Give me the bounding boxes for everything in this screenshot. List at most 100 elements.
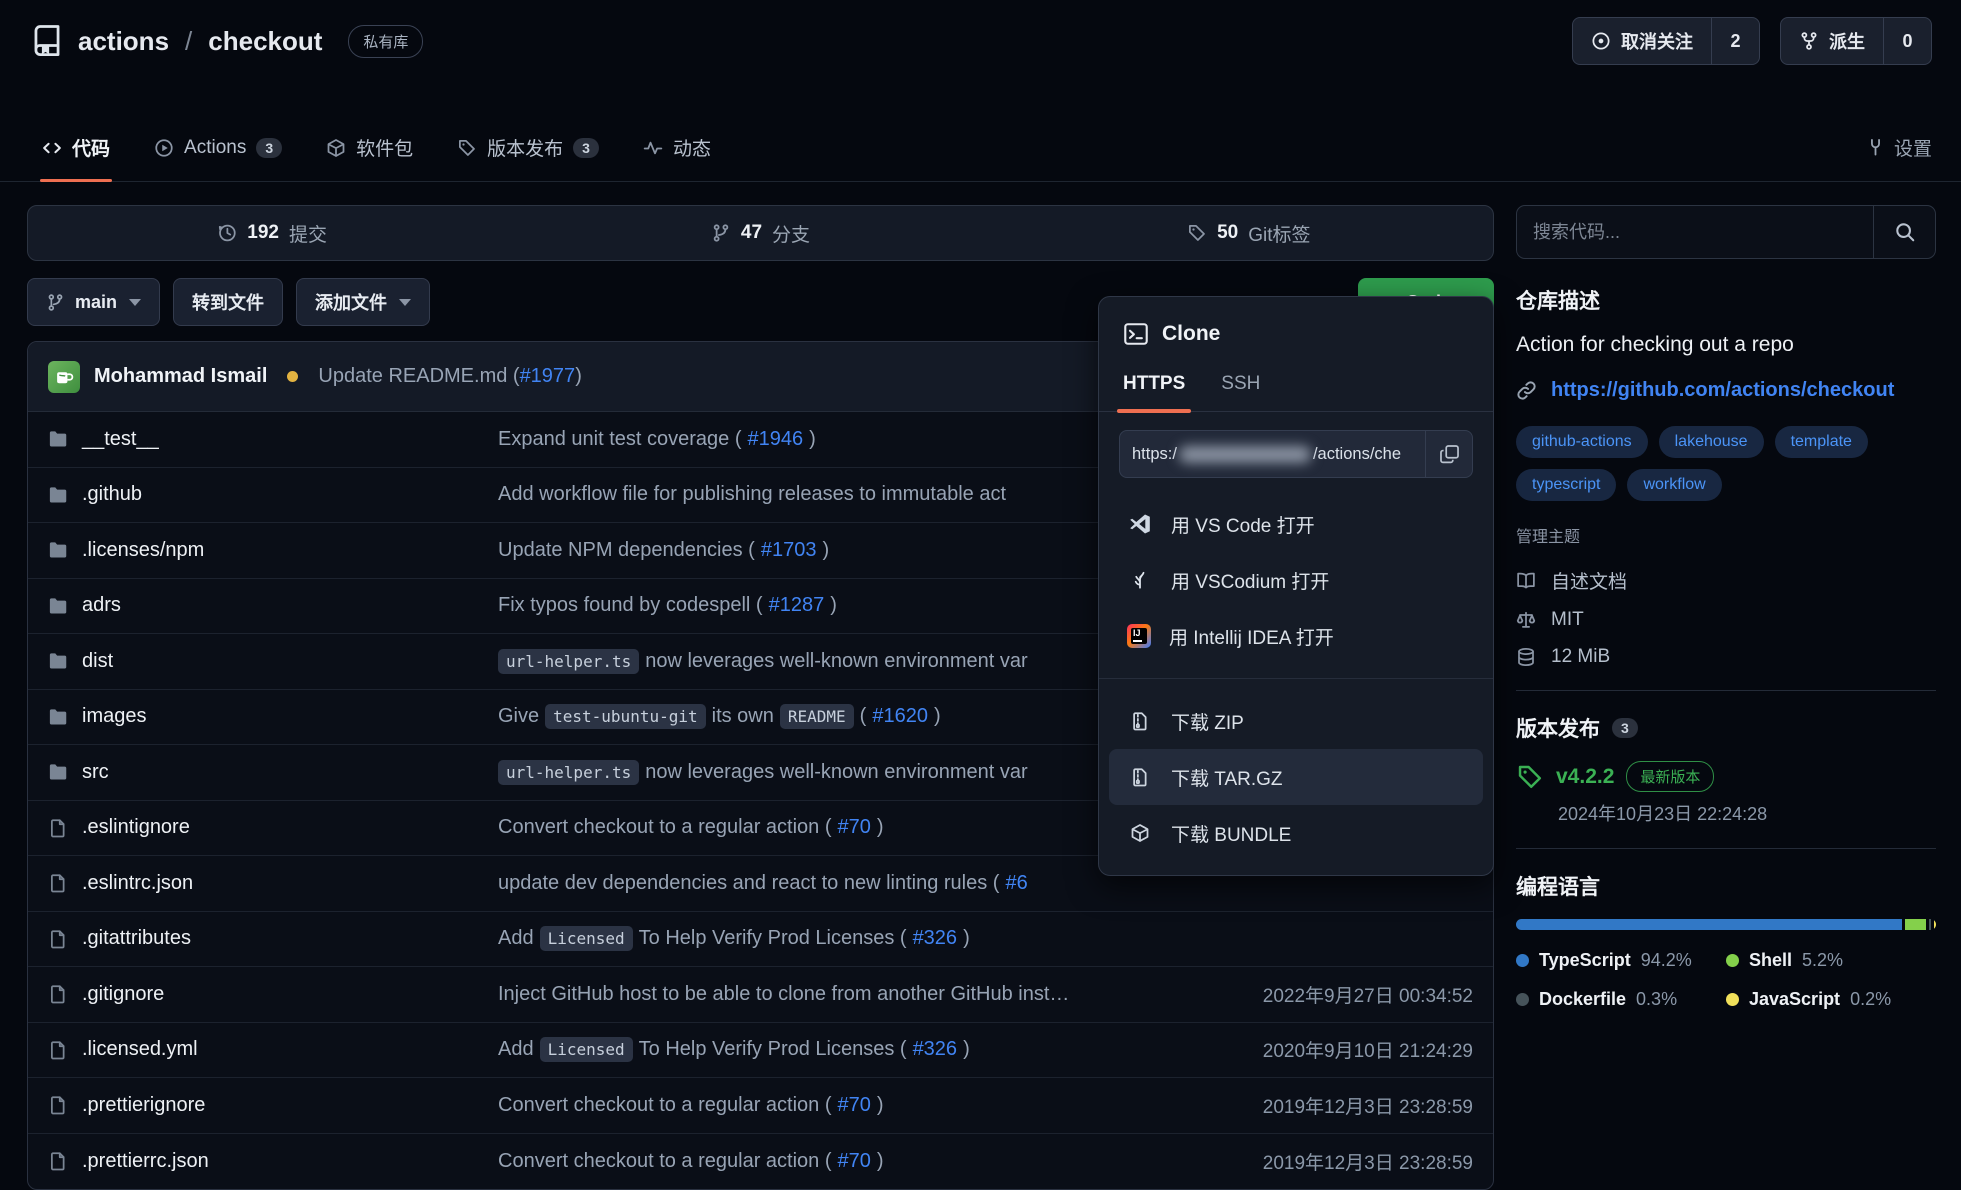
file-name-link[interactable]: .gitignore [82,983,164,1006]
stat-分支[interactable]: 47分支 [516,220,1004,247]
pr-link[interactable]: #326 [913,1038,958,1061]
message-text: Update README.md ( [318,365,519,387]
goto-file-button[interactable]: 转到文件 [173,278,283,326]
release-version-link[interactable]: v4.2.2 [1556,765,1614,789]
stat-Git标签[interactable]: 50Git标签 [1005,220,1493,247]
clone-dropdown: Clone HTTPSSSH https:/ /actions/che 用 VS… [1098,296,1494,876]
pr-link[interactable]: #1620 [872,705,928,728]
meta-item[interactable]: 12 MiB [1516,646,1936,668]
tab-版本发布[interactable]: 版本发布3 [455,134,601,181]
file-name-link[interactable]: .gitattributes [82,927,191,950]
releases-count-badge: 3 [1612,718,1638,738]
file-commit-message: Update NPM dependencies (#1703) [498,539,1201,562]
meta-label: MIT [1551,609,1584,631]
chevron-down-icon [129,299,141,306]
repo-owner-link[interactable]: actions [78,26,169,57]
website-link[interactable]: https://github.com/actions/checkout [1551,379,1894,402]
pr-link[interactable]: #1946 [747,428,803,451]
pr-link[interactable]: #1977 [520,365,576,387]
tab-动态[interactable]: 动态 [641,134,713,181]
language-legend-item[interactable]: TypeScript 94.2% [1516,950,1726,971]
file-name-link[interactable]: adrs [82,594,121,617]
divider [1516,848,1936,849]
language-legend-item[interactable]: JavaScript 0.2% [1726,989,1936,1010]
pr-link[interactable]: #70 [838,1150,871,1173]
file-name-link[interactable]: .prettierignore [82,1094,205,1117]
menu-item[interactable]: 下载 BUNDLE [1109,805,1483,861]
repo-name-link[interactable]: checkout [208,26,322,57]
pr-link[interactable]: #70 [838,1094,871,1117]
message-text: ( [860,705,867,728]
clone-url-input[interactable]: https:/ /actions/che [1120,431,1425,477]
meta-item[interactable]: MIT [1516,609,1936,631]
pr-link[interactable]: #1287 [769,594,825,617]
pr-link[interactable]: #6 [1005,872,1027,895]
avatar[interactable] [48,361,80,393]
topic-pill[interactable]: template [1775,426,1868,458]
message-text: Convert checkout to a regular action ( [498,1094,832,1117]
tab-label: Actions [184,137,246,159]
commit-author[interactable]: Mohammad Ismail [94,365,267,388]
message-text: ) [877,816,884,839]
search-icon [1894,221,1916,243]
tab-Actions[interactable]: Actions 3 [152,134,284,181]
file-name-link[interactable]: .licensed.yml [82,1038,198,1061]
language-legend-item[interactable]: Dockerfile 0.3% [1516,989,1726,1010]
stat-value: 50 [1217,222,1238,244]
language-dot-icon [1726,993,1739,1006]
search-input[interactable] [1517,206,1873,258]
clone-tab-ssh[interactable]: SSH [1221,373,1260,411]
add-file-button[interactable]: 添加文件 [296,278,430,326]
file-name-link[interactable]: .licenses/npm [82,539,204,562]
message-text: To Help Verify Prod Licenses ( [639,1038,907,1061]
language-legend-item[interactable]: Shell 5.2% [1726,950,1936,971]
unwatch-button[interactable]: 取消关注 2 [1572,17,1760,65]
watchers-count[interactable]: 2 [1711,18,1759,64]
topic-pill[interactable]: github-actions [1516,426,1648,458]
file-name-link[interactable]: dist [82,650,113,673]
manage-topics-link[interactable]: 管理主题 [1516,523,1936,547]
branch-selector[interactable]: main [27,278,160,326]
fork-button[interactable]: 派生 0 [1780,17,1932,65]
clone-tab-https[interactable]: HTTPS [1123,373,1185,411]
file-name-link[interactable]: .github [82,483,142,506]
forks-count[interactable]: 0 [1883,18,1931,64]
tab-count-badge: 3 [256,138,282,158]
tag-icon [457,138,477,158]
meta-item[interactable]: 自述文档 [1516,567,1936,594]
menu-item[interactable]: 用 VS Code 打开 [1109,496,1483,552]
tab-软件包[interactable]: 软件包 [324,134,415,181]
search-button[interactable] [1873,206,1935,258]
copy-url-button[interactable] [1425,431,1472,477]
commit-status-icon[interactable] [287,371,298,382]
pr-link[interactable]: #326 [913,927,958,950]
pr-link[interactable]: #70 [838,816,871,839]
releases-title-link[interactable]: 版本发布 [1516,713,1600,743]
message-text: Inject GitHub host to be able to clone f… [498,983,1069,1006]
tab-settings[interactable]: 设置 [1866,134,1932,181]
menu-item[interactable]: 下载 ZIP [1109,693,1483,749]
file-commit-date: 2019年12月3日 23:28:59 [1201,1148,1473,1175]
file-name-link[interactable]: images [82,705,146,728]
stat-label: 分支 [772,220,810,247]
file-name-link[interactable]: .prettierrc.json [82,1150,209,1173]
file-name-link[interactable]: .eslintrc.json [82,872,193,895]
branch-icon [711,223,731,243]
topic-pill[interactable]: workflow [1627,469,1721,501]
file-name-link[interactable]: src [82,761,109,784]
menu-item[interactable]: 下载 TAR.GZ [1109,749,1483,805]
file-commit-message: Add Licensed To Help Verify Prod License… [498,926,1201,951]
file-name-link[interactable]: __test__ [82,428,159,451]
topic-pill[interactable]: lakehouse [1659,426,1764,458]
file-icon [48,984,68,1004]
stat-提交[interactable]: 192提交 [28,220,516,247]
file-name-link[interactable]: .eslintignore [82,816,190,839]
menu-item[interactable]: IJ用 Intellij IDEA 打开 [1109,608,1483,664]
menu-item[interactable]: 用 VSCodium 打开 [1109,552,1483,608]
tab-代码[interactable]: 代码 [40,134,112,181]
clone-url-suffix: /actions/che [1313,445,1401,464]
message-text: update dev dependencies and react to new… [498,872,999,895]
pr-link[interactable]: #1703 [761,539,817,562]
language-name: Shell [1749,950,1792,971]
topic-pill[interactable]: typescript [1516,469,1616,501]
